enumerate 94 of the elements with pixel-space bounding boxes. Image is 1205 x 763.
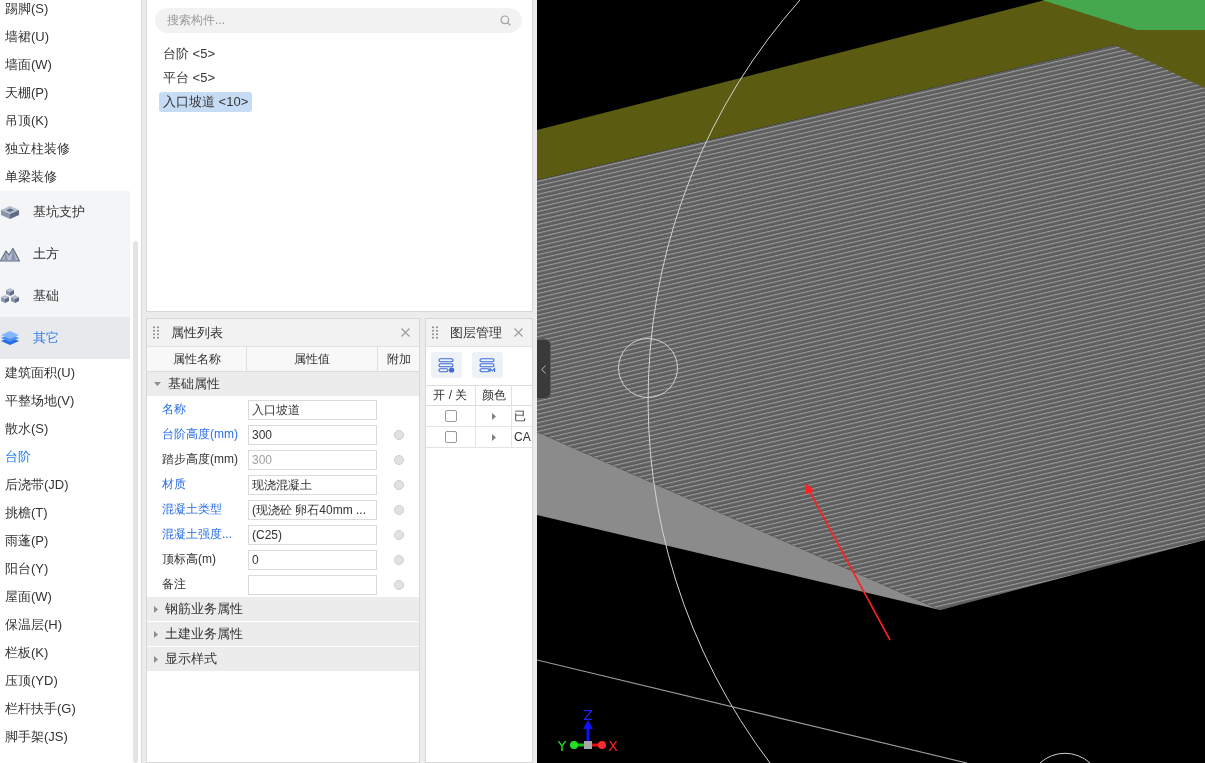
- property-name: 踏步高度(mm): [162, 452, 238, 466]
- layer-checkbox[interactable]: [444, 431, 457, 443]
- sidebar-category[interactable]: 土方: [0, 233, 130, 275]
- chevron-left-icon: [541, 364, 546, 374]
- column-header: 颜色: [476, 386, 512, 405]
- component-item[interactable]: 入口坡道 <10>: [159, 92, 253, 112]
- layer-checkbox[interactable]: [444, 410, 457, 422]
- x-axis-arrow: [592, 741, 606, 749]
- sidebar-item[interactable]: 台阶: [0, 443, 130, 471]
- value-field[interactable]: 现浇混凝土: [248, 474, 377, 495]
- sidebar-item[interactable]: 栏杆扶手(G): [0, 695, 130, 723]
- layer-tool-button[interactable]: [431, 352, 462, 378]
- scrollbar[interactable]: [133, 241, 138, 763]
- drag-handle-icon[interactable]: [432, 326, 438, 339]
- attach-radio[interactable]: [393, 504, 404, 515]
- caret-right-icon: [154, 655, 158, 663]
- collapse-handle[interactable]: [537, 339, 551, 399]
- sidebar-item[interactable]: 独立柱装修: [0, 135, 130, 163]
- group-header[interactable]: 基础属性: [147, 372, 419, 397]
- caret-right-icon: [154, 630, 158, 638]
- arc-line: [1039, 752, 1091, 763]
- sidebar-item[interactable]: 单梁装修: [0, 163, 130, 191]
- search-icon[interactable]: [500, 15, 511, 26]
- property-name: 备注: [162, 577, 186, 591]
- property-name: 混凝土类型: [162, 502, 222, 516]
- close-icon[interactable]: [401, 328, 410, 337]
- component-item[interactable]: 平台 <5>: [159, 68, 220, 88]
- pit-box-icon: [0, 204, 20, 220]
- component-item[interactable]: 台阶 <5>: [159, 44, 220, 64]
- group-header[interactable]: 钢筋业务属性: [147, 597, 419, 622]
- y-axis-arrow: [570, 741, 584, 749]
- layer-tool-button[interactable]: [472, 352, 503, 378]
- caret-right-icon[interactable]: [491, 412, 496, 420]
- column-header: 属性值: [247, 347, 378, 371]
- layers-mark-icon: [479, 357, 496, 373]
- origin-marker: [584, 741, 592, 749]
- sidebar-item[interactable]: 压顶(YD): [0, 667, 130, 695]
- sidebar-category[interactable]: 基坑支护: [0, 191, 130, 233]
- sidebar-item[interactable]: 建筑面积(U): [0, 359, 130, 387]
- sidebar-item[interactable]: 墙裙(U): [0, 23, 130, 51]
- axis-label: Z: [583, 707, 593, 723]
- sidebar-item[interactable]: 脚手架(JS): [0, 723, 130, 751]
- attach-radio[interactable]: [393, 479, 404, 490]
- layers-icon: [0, 330, 20, 346]
- group-header[interactable]: 显示样式: [147, 647, 419, 672]
- sidebar-item[interactable]: 保温层(H): [0, 611, 130, 639]
- caret-right-icon: [154, 605, 158, 613]
- sidebar-item[interactable]: 墙面(W): [0, 51, 130, 79]
- close-icon[interactable]: [514, 328, 523, 337]
- sidebar-category[interactable]: 基础: [0, 275, 130, 317]
- attach-radio[interactable]: [393, 529, 404, 540]
- sidebar-item[interactable]: 屋面(W): [0, 583, 130, 611]
- sidebar-item[interactable]: 栏板(K): [0, 639, 130, 667]
- value-field[interactable]: 0: [248, 549, 377, 570]
- property-name: 台阶高度(mm): [162, 427, 238, 441]
- sidebar-item[interactable]: 散水(S): [0, 415, 130, 443]
- attach-radio[interactable]: [393, 429, 404, 440]
- pivot-circle: [618, 338, 678, 398]
- panel-title: 属性列表: [171, 323, 223, 342]
- property-name: 名称: [162, 402, 186, 416]
- property-name: 混凝土强度...: [162, 527, 232, 541]
- sidebar-item[interactable]: 雨蓬(P): [0, 527, 130, 555]
- layer-name: 已: [514, 407, 526, 425]
- attach-radio[interactable]: [393, 579, 404, 590]
- layers-dot-icon: [438, 357, 455, 373]
- value-field[interactable]: (C25): [248, 524, 377, 545]
- column-header: 属性名称: [147, 347, 247, 371]
- panel-title: 图层管理: [450, 323, 502, 342]
- sidebar-item[interactable]: 阳台(Y): [0, 555, 130, 583]
- group-header[interactable]: 土建业务属性: [147, 622, 419, 647]
- property-name: 材质: [162, 477, 186, 491]
- sidebar-item[interactable]: 吊顶(K): [0, 107, 130, 135]
- column-header: 开 / 关: [426, 386, 476, 405]
- axis-label: X: [608, 738, 618, 754]
- value-field[interactable]: 入口坡道: [248, 399, 377, 420]
- value-field[interactable]: (现浇砼 卵石40mm ...: [248, 499, 377, 520]
- caret-right-icon[interactable]: [491, 433, 496, 441]
- caret-down-icon: [154, 382, 161, 386]
- sidebar-item[interactable]: 平整场地(V): [0, 387, 130, 415]
- axis-label: Y: [557, 738, 567, 754]
- mountain-icon: [0, 246, 20, 262]
- attach-radio[interactable]: [393, 554, 404, 565]
- sidebar-item[interactable]: 天棚(P): [0, 79, 130, 107]
- model-viewport[interactable]: Z Y X: [537, 0, 1205, 763]
- sidebar-item[interactable]: 挑檐(T): [0, 499, 130, 527]
- sidebar-item[interactable]: 后浇带(JD): [0, 471, 130, 499]
- column-header: 附加: [385, 351, 412, 368]
- layer-name: CA: [514, 430, 531, 444]
- drag-handle-icon[interactable]: [153, 326, 159, 339]
- sidebar-item[interactable]: 踢脚(S): [0, 0, 130, 23]
- property-name: 顶标高(m): [162, 552, 216, 566]
- cubes-icon: [0, 288, 20, 304]
- value-field[interactable]: 300: [248, 424, 377, 445]
- value-field[interactable]: [248, 574, 377, 595]
